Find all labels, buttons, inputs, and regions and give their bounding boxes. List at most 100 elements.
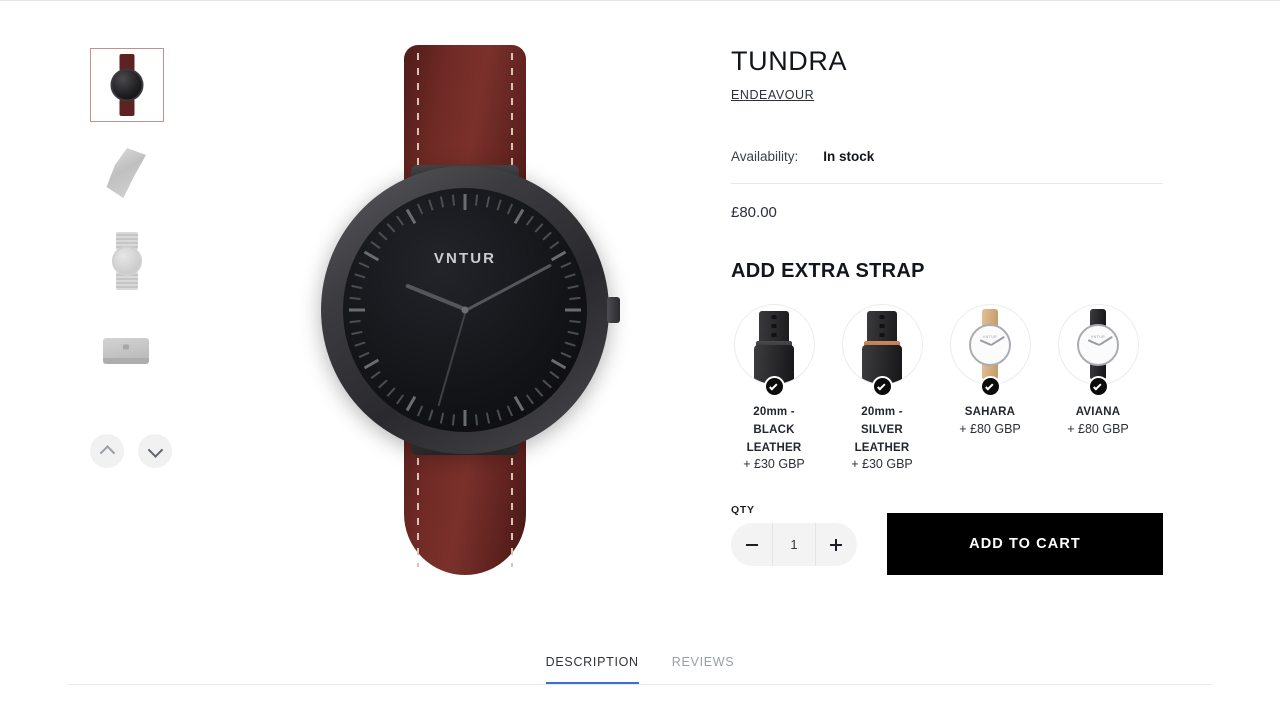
chevron-down-icon[interactable] bbox=[138, 434, 172, 468]
dial-tick bbox=[542, 379, 552, 389]
dial-tick bbox=[416, 405, 424, 417]
dial-tick bbox=[525, 394, 534, 405]
watch-crown bbox=[607, 297, 620, 323]
thumbnail-list bbox=[90, 48, 166, 400]
dial-tick bbox=[560, 261, 572, 269]
dial-tick bbox=[485, 196, 491, 208]
purchase-section: QTY 1 ADD TO CART bbox=[731, 504, 1163, 575]
hand-pin bbox=[461, 306, 469, 314]
check-icon bbox=[763, 376, 785, 398]
dial-tick bbox=[463, 410, 467, 426]
dial-tick bbox=[513, 208, 525, 225]
minute-hand bbox=[465, 263, 552, 312]
dial-tick bbox=[370, 241, 381, 250]
dial-tick bbox=[354, 273, 366, 279]
thumbnail-image-watch-front bbox=[96, 54, 158, 116]
dial-tick bbox=[506, 405, 514, 417]
dial-tick bbox=[428, 409, 434, 421]
thumbnail-image-box bbox=[96, 318, 158, 380]
thumbnail-image-watch-angled bbox=[96, 142, 158, 204]
dial-tick bbox=[351, 330, 363, 336]
dial-tick bbox=[525, 215, 534, 226]
dial-tick bbox=[386, 223, 396, 233]
dial-tick bbox=[439, 196, 445, 208]
decrease-quantity-button[interactable] bbox=[731, 523, 772, 566]
check-icon bbox=[871, 376, 893, 398]
gallery-nav bbox=[90, 434, 172, 468]
dial-tick bbox=[405, 208, 417, 225]
dial-tick bbox=[378, 379, 388, 389]
strap-swatch-black-leather bbox=[733, 304, 815, 386]
strap-option-price: + £30 GBP bbox=[743, 457, 805, 472]
strap-option-aviana[interactable]: VNTUR AVIANA + £80 GBP bbox=[1055, 304, 1141, 471]
dial-tick bbox=[363, 358, 380, 370]
tab-reviews[interactable]: REVIEWS bbox=[672, 655, 735, 684]
dial-tick bbox=[496, 409, 502, 421]
dial-tick bbox=[439, 412, 445, 424]
info-divider bbox=[731, 183, 1163, 185]
strap-option-price: + £80 GBP bbox=[959, 421, 1021, 436]
availability-label: Availability: bbox=[731, 149, 799, 165]
strap-option-label: 20mm - SILVER LEATHER bbox=[854, 406, 910, 454]
dial-tick bbox=[386, 387, 396, 397]
dial-tick bbox=[358, 351, 370, 359]
strap-option-silver-leather[interactable]: 20mm - SILVER LEATHER + £30 GBP bbox=[839, 304, 925, 471]
strap-option-black-leather[interactable]: 20mm - BLACK LEATHER + £30 GBP bbox=[731, 304, 817, 471]
dial-tick bbox=[370, 370, 381, 379]
strap-swatch-sahara: VNTUR bbox=[949, 304, 1031, 386]
dial-tick bbox=[569, 296, 581, 301]
thumbnail-image-watch-mesh bbox=[96, 230, 158, 292]
dial-tick bbox=[451, 194, 456, 206]
quantity-value[interactable]: 1 bbox=[772, 523, 816, 566]
thumbnail-item-3[interactable] bbox=[90, 224, 164, 298]
tabs-divider bbox=[68, 684, 1212, 685]
dial-tick bbox=[542, 231, 552, 241]
dial-tick bbox=[405, 395, 417, 412]
strap-option-list: 20mm - BLACK LEATHER + £30 GBP 20mm - SI… bbox=[731, 304, 1163, 471]
thumbnail-item-1[interactable] bbox=[90, 48, 164, 122]
thumbnail-item-2[interactable] bbox=[90, 136, 164, 210]
dial-tick bbox=[550, 250, 567, 262]
dial-tick bbox=[358, 261, 370, 269]
dial-tick bbox=[474, 414, 479, 426]
tab-description[interactable]: DESCRIPTION bbox=[545, 655, 639, 684]
dial-tick bbox=[560, 351, 572, 359]
dial-tick bbox=[428, 199, 434, 211]
status-badge: In stock bbox=[823, 149, 875, 165]
dial-tick bbox=[513, 395, 525, 412]
strap-swatch-aviana: VNTUR bbox=[1057, 304, 1139, 386]
product-price: £80.00 bbox=[731, 204, 777, 222]
dial-tick bbox=[569, 319, 581, 324]
dial-tick bbox=[564, 341, 576, 347]
chevron-up-icon[interactable] bbox=[90, 434, 124, 468]
dial-tick bbox=[534, 387, 544, 397]
dial-tick bbox=[349, 308, 365, 312]
thumbnail-item-4[interactable] bbox=[90, 312, 164, 386]
page-title: TUNDRA bbox=[731, 46, 848, 76]
increase-quantity-button[interactable] bbox=[816, 523, 857, 566]
main-product-image[interactable]: VNTUR bbox=[250, 30, 680, 590]
add-to-cart-button[interactable]: ADD TO CART bbox=[887, 513, 1163, 575]
strap-option-price: + £80 GBP bbox=[1067, 421, 1129, 436]
dial-tick bbox=[463, 194, 467, 210]
availability-row: Availability: In stock bbox=[731, 149, 1163, 164]
quantity-stepper: 1 bbox=[731, 523, 857, 566]
check-icon bbox=[1087, 376, 1109, 398]
watch-dial: VNTUR bbox=[343, 188, 587, 432]
dial-tick bbox=[567, 284, 579, 290]
dial-tick bbox=[396, 394, 405, 405]
dial-tick bbox=[378, 231, 388, 241]
top-divider bbox=[0, 0, 1280, 1]
strap-option-label: 20mm - BLACK LEATHER bbox=[746, 406, 802, 454]
dial-tick bbox=[349, 319, 361, 324]
dial-tick bbox=[565, 308, 581, 312]
dial-tick bbox=[496, 199, 502, 211]
extra-strap-heading: ADD EXTRA STRAP bbox=[731, 260, 925, 283]
dial-tick bbox=[451, 414, 456, 426]
hour-hand bbox=[405, 283, 468, 312]
vendor-link[interactable]: ENDEAVOUR bbox=[731, 88, 814, 102]
second-hand bbox=[437, 309, 467, 407]
dial-tick bbox=[564, 273, 576, 279]
strap-option-sahara[interactable]: VNTUR SAHARA + £80 GBP bbox=[947, 304, 1033, 471]
dial-tick bbox=[474, 194, 479, 206]
